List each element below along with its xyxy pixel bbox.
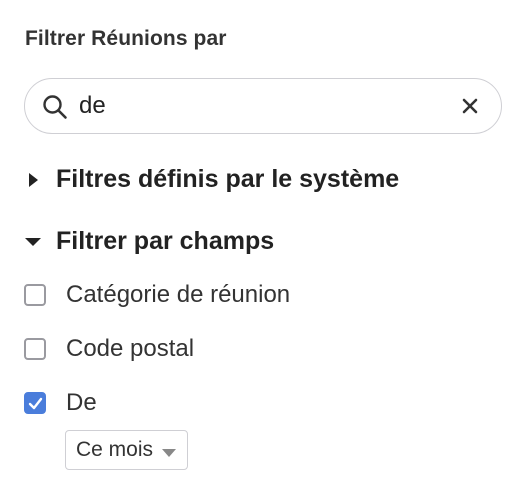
section-field-filters-label: Filtrer par champs: [56, 227, 275, 255]
field-filter-de[interactable]: De: [24, 389, 97, 417]
search-box[interactable]: [24, 78, 502, 134]
section-system-filters-label: Filtres définis par le système: [56, 165, 400, 193]
field-filter-category[interactable]: Catégorie de réunion: [24, 281, 290, 309]
postal-code-label: Code postal: [66, 335, 195, 362]
panel-title: Filtrer Réunions par: [25, 27, 227, 50]
postal-code-checkbox[interactable]: [24, 338, 46, 360]
caret-down-icon: [24, 233, 42, 251]
dropdown-arrow-icon: [161, 445, 177, 457]
field-filter-postal-code[interactable]: Code postal: [24, 335, 194, 363]
section-system-filters[interactable]: Filtres définis par le système: [24, 165, 399, 194]
search-icon: [42, 94, 68, 120]
caret-right-icon: [24, 171, 42, 189]
category-checkbox[interactable]: [24, 284, 46, 306]
checkmark-icon: [28, 397, 43, 410]
section-field-filters[interactable]: Filtrer par champs: [24, 227, 274, 256]
clear-search-icon[interactable]: [461, 97, 479, 115]
de-checkbox[interactable]: [24, 392, 46, 414]
search-input[interactable]: [79, 89, 459, 123]
de-period-select[interactable]: Ce mois: [65, 430, 189, 470]
category-label: Catégorie de réunion: [66, 281, 291, 308]
de-label: De: [66, 389, 97, 416]
de-period-value: Ce mois: [76, 438, 154, 461]
